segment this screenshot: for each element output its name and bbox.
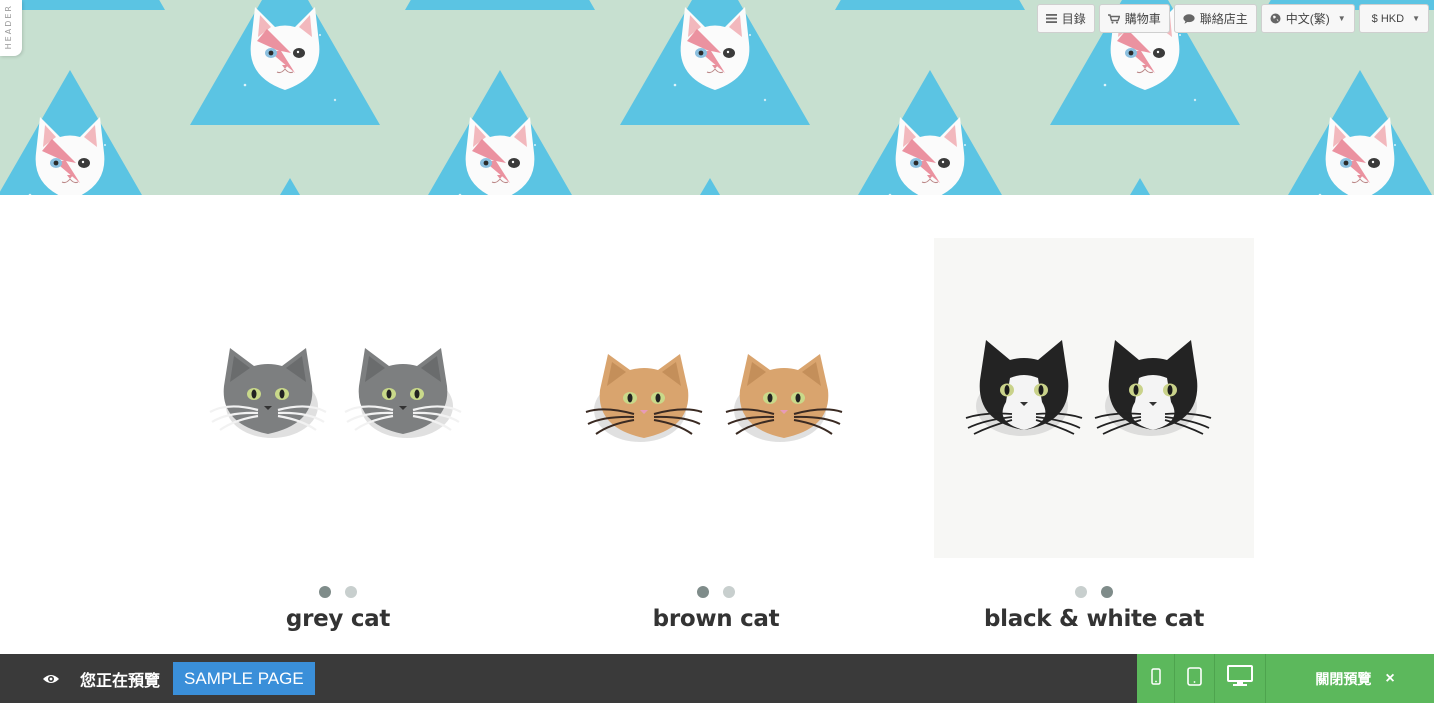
tablet-icon bbox=[1187, 666, 1202, 691]
carousel-dot[interactable] bbox=[1101, 586, 1113, 598]
product-card[interactable]: grey cat bbox=[178, 238, 498, 632]
language-label: 中文(繁) bbox=[1285, 12, 1330, 26]
contact-label: 聯絡店主 bbox=[1199, 12, 1248, 26]
desktop-view-button[interactable] bbox=[1215, 654, 1266, 703]
preview-controls: 關閉預覽 × bbox=[1137, 654, 1434, 703]
carousel-indicators bbox=[178, 586, 498, 598]
header-banner: HEADER 目錄 購物車 聯絡店主 中文(繁) ▼ $ HKD ▼ bbox=[0, 0, 1434, 195]
chat-bubble-icon bbox=[1183, 13, 1195, 24]
product-image[interactable] bbox=[934, 238, 1254, 558]
page-name-badge[interactable]: SAMPLE PAGE bbox=[173, 662, 315, 695]
contact-owner-button[interactable]: 聯絡店主 bbox=[1173, 4, 1257, 33]
carousel-dot[interactable] bbox=[1075, 586, 1087, 598]
carousel-dot[interactable] bbox=[723, 586, 735, 598]
preview-bar: 您正在預覽 SAMPLE PAGE 關閉預覽 × bbox=[0, 654, 1434, 703]
carousel-dot[interactable] bbox=[345, 586, 357, 598]
menu-icon bbox=[1045, 14, 1057, 23]
caret-down-icon: ▼ bbox=[1412, 14, 1420, 23]
close-preview-label: 關閉預覽 bbox=[1315, 670, 1372, 687]
desktop-icon bbox=[1227, 665, 1253, 692]
header-section-tag[interactable]: HEADER bbox=[0, 0, 22, 56]
close-preview-button[interactable]: 關閉預覽 × bbox=[1266, 654, 1434, 703]
catalog-button[interactable]: 目錄 bbox=[1036, 4, 1095, 33]
close-icon: × bbox=[1385, 669, 1395, 687]
preview-status-text: 您正在預覽 bbox=[80, 672, 161, 690]
tablet-view-button[interactable] bbox=[1175, 654, 1215, 703]
cart-button[interactable]: 購物車 bbox=[1098, 4, 1170, 33]
globe-icon bbox=[1270, 13, 1281, 24]
product-card[interactable]: black & white cat bbox=[934, 238, 1254, 632]
product-card[interactable]: brown cat bbox=[556, 238, 876, 632]
cart-label: 購物車 bbox=[1124, 12, 1161, 26]
cart-icon bbox=[1107, 13, 1120, 24]
catalog-label: 目錄 bbox=[1061, 12, 1086, 26]
carousel-dot[interactable] bbox=[319, 586, 331, 598]
carousel-indicators bbox=[556, 586, 876, 598]
product-image[interactable] bbox=[556, 238, 876, 558]
header-tag-label: HEADER bbox=[4, 4, 13, 50]
mobile-view-button[interactable] bbox=[1137, 654, 1175, 703]
currency-label: $ HKD bbox=[1371, 12, 1405, 25]
product-name[interactable]: black & white cat bbox=[934, 606, 1254, 632]
caret-down-icon: ▼ bbox=[1337, 14, 1346, 23]
carousel-dot[interactable] bbox=[697, 586, 709, 598]
mobile-icon bbox=[1150, 667, 1161, 690]
top-navigation: 目錄 購物車 聯絡店主 中文(繁) ▼ $ HKD ▼ bbox=[1036, 4, 1429, 33]
carousel-indicators bbox=[934, 586, 1254, 598]
product-name[interactable]: brown cat bbox=[556, 606, 876, 632]
product-name[interactable]: grey cat bbox=[178, 606, 498, 632]
eye-icon bbox=[42, 673, 60, 685]
product-image[interactable] bbox=[178, 238, 498, 558]
language-select[interactable]: 中文(繁) ▼ bbox=[1260, 4, 1355, 33]
currency-select[interactable]: $ HKD ▼ bbox=[1358, 4, 1429, 33]
preview-status: 您正在預覽 SAMPLE PAGE bbox=[42, 654, 315, 703]
